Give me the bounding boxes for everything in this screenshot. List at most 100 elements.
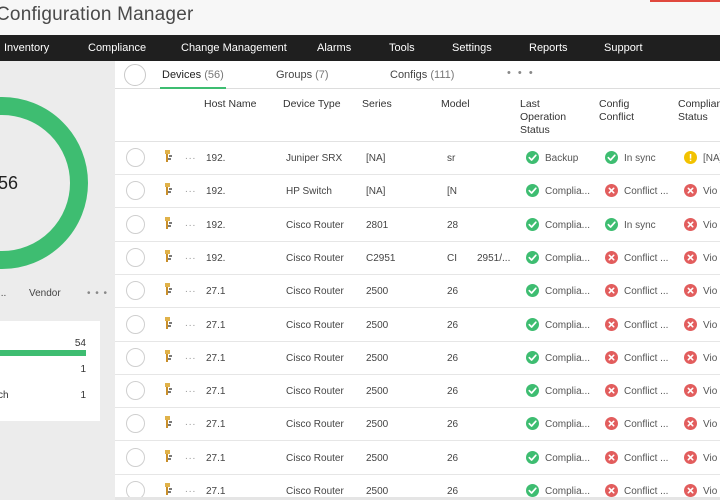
- cell-config-conflict[interactable]: Conflict ...: [605, 417, 675, 431]
- table-row[interactable]: ... 27.1 Cisco Router 2500 26 Complia... Confl…: [115, 408, 720, 442]
- row-actions-icon[interactable]: ...: [185, 318, 196, 329]
- cell-config-conflict[interactable]: Conflict ...: [605, 250, 675, 265]
- cell-config-conflict[interactable]: Conflict ...: [605, 317, 675, 332]
- cell-compliance-status[interactable]: Vio: [684, 417, 720, 431]
- cell-compliance-status[interactable]: Vio: [684, 484, 720, 498]
- stat-label: ch: [0, 390, 9, 401]
- tabs-more-button[interactable]: • • •: [507, 61, 535, 89]
- cell-config-conflict[interactable]: Conflict ...: [605, 484, 675, 498]
- col-compliance-status[interactable]: Compliance Status: [678, 98, 720, 124]
- nav-reports[interactable]: Reports: [529, 35, 568, 61]
- table-row[interactable]: ... 27.1 Cisco Router 2500 26 Complia... Confl…: [115, 308, 720, 342]
- cell-compliance-status[interactable]: Vio: [684, 450, 720, 465]
- cell-host-name[interactable]: 27.1: [206, 419, 276, 430]
- cell-host-name[interactable]: 27.1: [206, 453, 276, 464]
- cell-compliance-status[interactable]: Vio: [684, 384, 720, 398]
- table-row[interactable]: ... 27.1 Cisco Router 2500 26 Complia... Confl…: [115, 441, 720, 475]
- table-row[interactable]: ... 192. Cisco Router C2951 CI 2951/... Compli…: [115, 241, 720, 275]
- tab-groups[interactable]: Groups (7): [276, 61, 329, 89]
- select-all-radio[interactable]: [124, 64, 146, 86]
- col-series[interactable]: Series: [362, 98, 392, 111]
- nav-compliance[interactable]: Compliance: [88, 35, 146, 61]
- cell-config-conflict[interactable]: In sync: [605, 217, 675, 232]
- row-actions-icon[interactable]: ...: [185, 484, 196, 495]
- cell-host-name[interactable]: 192.: [206, 186, 276, 197]
- cell-host-name[interactable]: 27.1: [206, 286, 276, 297]
- row-select-radio[interactable]: [126, 247, 145, 267]
- left-tabs: ... Vendor • • •: [0, 283, 115, 307]
- cell-compliance-status[interactable]: Vio: [684, 184, 720, 198]
- row-actions-icon[interactable]: ...: [185, 251, 196, 262]
- row-select-radio[interactable]: [126, 414, 145, 434]
- tab-configs[interactable]: Configs (111): [390, 61, 454, 89]
- col-last-operation-status[interactable]: Last Operation Status: [520, 98, 584, 137]
- col-model[interactable]: Model: [441, 98, 470, 111]
- cell-config-conflict[interactable]: Conflict ...: [605, 384, 675, 398]
- stat-row[interactable]: ch 1: [0, 387, 100, 407]
- nav-tools[interactable]: Tools: [389, 35, 415, 61]
- row-actions-icon[interactable]: ...: [185, 218, 196, 229]
- row-select-radio[interactable]: [126, 381, 145, 401]
- nav-inventory[interactable]: Inventory: [4, 35, 49, 61]
- nav-alarms[interactable]: Alarms: [317, 35, 351, 61]
- table-row[interactable]: ... 27.1 Cisco Router 2500 26 Complia... Confl…: [115, 375, 720, 409]
- nav-settings[interactable]: Settings: [452, 35, 492, 61]
- table-row[interactable]: ... 192. HP Switch [NA] [N Complia... Conflict…: [115, 175, 720, 209]
- x-circle-icon: [605, 184, 618, 198]
- cell-config-conflict[interactable]: In sync: [605, 151, 675, 165]
- cell-host-name[interactable]: 192.: [206, 220, 276, 231]
- cell-series: 2500: [366, 419, 389, 431]
- left-tab-type[interactable]: ...: [0, 288, 6, 299]
- row-select-radio[interactable]: [126, 214, 145, 234]
- tab-devices[interactable]: Devices (56): [160, 61, 226, 89]
- row-actions-icon[interactable]: ...: [185, 351, 196, 362]
- cell-compliance-status[interactable]: Vio: [684, 250, 720, 265]
- stat-row[interactable]: 1: [0, 361, 100, 381]
- row-select-radio[interactable]: [126, 281, 145, 301]
- left-tab-vendor[interactable]: Vendor: [29, 288, 61, 299]
- cell-compliance-status[interactable]: Vio: [684, 284, 720, 298]
- cell-host-name[interactable]: 192.: [206, 253, 276, 264]
- cell-compliance-status[interactable]: Vio: [684, 317, 720, 332]
- row-actions-icon[interactable]: ...: [185, 451, 196, 462]
- cell-compliance-status[interactable]: Vio: [684, 217, 720, 232]
- table-row[interactable]: ... 27.1 Cisco Router 2500 26 Complia... Confl…: [115, 275, 720, 309]
- cell-config-conflict[interactable]: Conflict ...: [605, 184, 675, 198]
- cell-config-conflict[interactable]: Conflict ...: [605, 450, 675, 465]
- row-select-radio[interactable]: [126, 181, 145, 201]
- table-row[interactable]: ... 192. Juniper SRX [NA] sr Backup In sync [NA…: [115, 142, 720, 175]
- col-host-name[interactable]: Host Name: [204, 98, 257, 111]
- cell-host-name[interactable]: 27.1: [206, 486, 276, 497]
- row-select-radio[interactable]: [126, 148, 145, 167]
- stat-value: 54: [74, 338, 86, 349]
- nav-support[interactable]: Support: [604, 35, 643, 61]
- device-icon: [164, 182, 174, 196]
- check-circle-icon: [526, 450, 539, 464]
- nav-change-management[interactable]: Change Management: [181, 35, 287, 61]
- device-summary-card: 56: [0, 61, 115, 283]
- row-actions-icon[interactable]: ...: [185, 284, 196, 295]
- row-select-radio[interactable]: [126, 347, 145, 367]
- row-select-radio[interactable]: [126, 447, 145, 467]
- table-row[interactable]: ... 192. Cisco Router 2801 28 Complia... In sy…: [115, 208, 720, 242]
- col-device-type[interactable]: Device Type: [283, 98, 341, 111]
- row-actions-icon[interactable]: ...: [185, 184, 196, 195]
- cell-config-conflict[interactable]: Conflict ...: [605, 350, 675, 365]
- col-config-conflict[interactable]: Config Conflict: [599, 98, 655, 124]
- inventory-tabs: Devices (56) Groups (7) Configs (111) • …: [115, 61, 720, 89]
- cell-compliance-status[interactable]: Vio: [684, 350, 720, 365]
- cell-compliance-status[interactable]: [NA]: [684, 151, 720, 165]
- row-select-radio[interactable]: [126, 314, 145, 334]
- cell-host-name[interactable]: 192.: [206, 153, 276, 164]
- cell-host-name[interactable]: 27.1: [206, 386, 276, 397]
- status-text: Backup: [545, 153, 579, 164]
- left-tab-more[interactable]: • • •: [87, 288, 108, 299]
- cell-host-name[interactable]: 27.1: [206, 353, 276, 364]
- table-row[interactable]: ... 27.1 Cisco Router 2500 26 Complia... Confl…: [115, 341, 720, 375]
- tab-configs-label: Configs: [390, 69, 428, 81]
- cell-host-name[interactable]: 27.1: [206, 320, 276, 331]
- row-actions-icon[interactable]: ...: [185, 417, 196, 428]
- row-actions-icon[interactable]: ...: [185, 151, 196, 162]
- cell-config-conflict[interactable]: Conflict ...: [605, 284, 675, 298]
- row-actions-icon[interactable]: ...: [185, 384, 196, 395]
